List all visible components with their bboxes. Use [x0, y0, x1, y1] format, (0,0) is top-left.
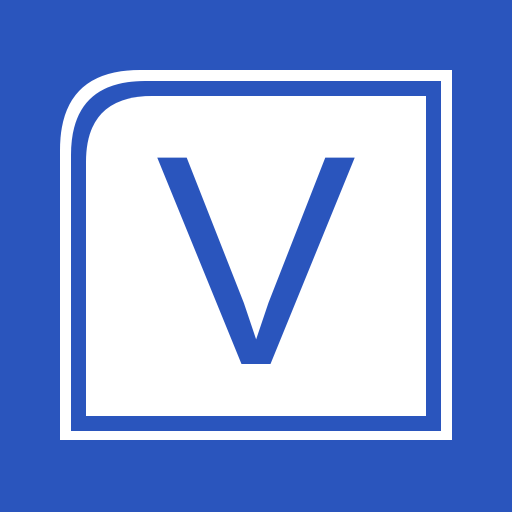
- visio-app-icon: V: [0, 0, 512, 512]
- icon-letter: V: [156, 92, 358, 428]
